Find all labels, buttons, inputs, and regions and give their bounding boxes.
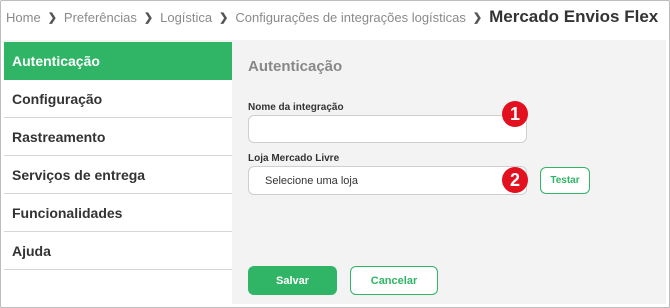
breadcrumb-preferencias[interactable]: Preferências [64,10,137,25]
cancel-button[interactable]: Cancelar [350,266,438,295]
sidebar-item-servicos-de-entrega[interactable]: Serviços de entrega [4,156,232,194]
chevron-right-icon: ❯ [472,11,483,24]
store-select-value: Selecione uma loja [265,174,358,187]
integration-name-input[interactable] [248,115,527,143]
chevron-right-icon: ❯ [219,11,229,24]
sidebar-item-autenticacao[interactable]: Autenticação [4,42,232,80]
page-title: Mercado Envios Flex [489,7,659,26]
breadcrumb-configuracoes[interactable]: Configurações de integrações logísticas [235,10,466,25]
annotation-badge-2: 2 [502,167,528,193]
store-label: Loja Mercado Livre [248,153,340,164]
breadcrumb-logistica[interactable]: Logística [160,10,212,25]
breadcrumb-home[interactable]: Home [6,10,41,25]
store-select[interactable]: Selecione uma loja [248,166,527,195]
chevron-right-icon: ❯ [143,11,154,24]
integration-name-label: Nome da integração [248,102,344,113]
test-button[interactable]: Testar [540,167,590,194]
save-button[interactable]: Salvar [248,266,337,295]
sidebar: Autenticação Configuração Rastreamento S… [4,42,232,304]
sidebar-item-funcionalidades[interactable]: Funcionalidades [4,194,232,232]
chevron-right-icon: ❯ [47,11,57,24]
section-title: Autenticação [248,58,343,75]
sidebar-item-configuracao[interactable]: Configuração [4,80,232,118]
sidebar-item-rastreamento[interactable]: Rastreamento [4,118,232,156]
sidebar-item-ajuda[interactable]: Ajuda [4,232,232,270]
annotation-badge-1: 1 [502,101,528,127]
breadcrumb: Home ❯ Preferências ❯ Logística ❯ Config… [6,0,666,34]
